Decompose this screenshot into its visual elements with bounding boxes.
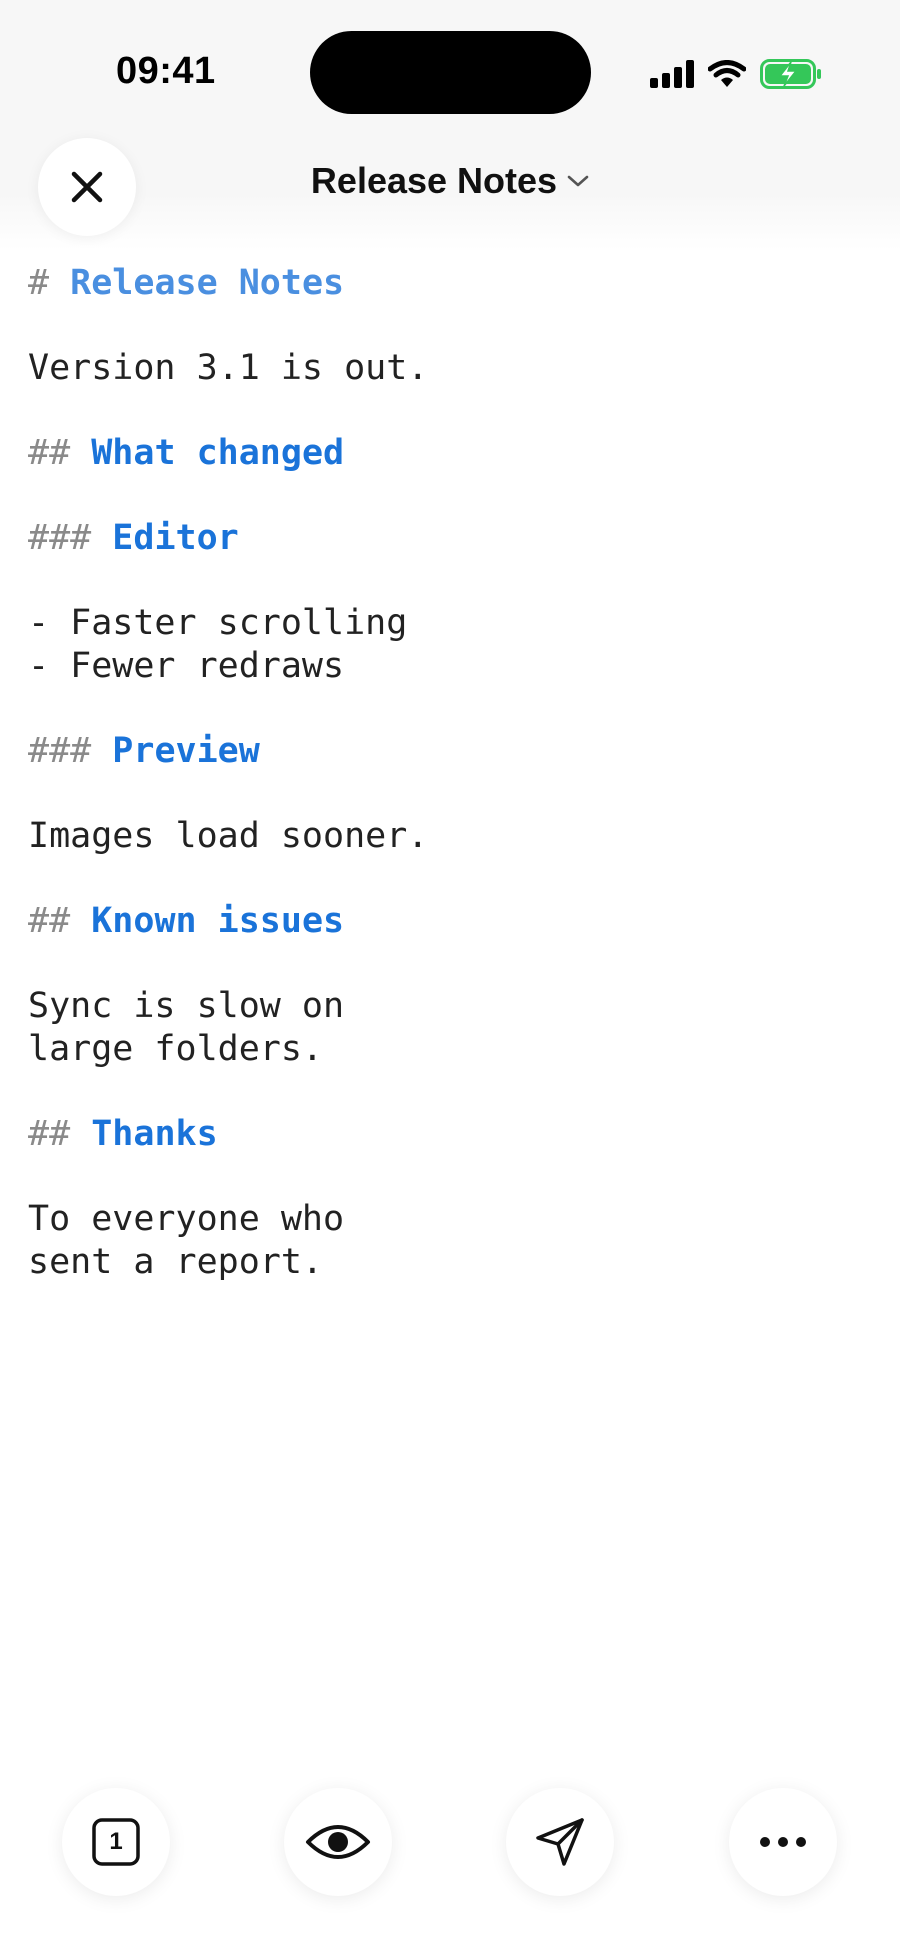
tabs-button[interactable]: 1 (62, 1788, 170, 1896)
markdown-editor[interactable]: # Release Notes Version 3.1 is out. ## W… (28, 262, 868, 1284)
heading-text: Editor (112, 518, 239, 558)
send-button[interactable] (506, 1788, 614, 1896)
wifi-icon (708, 60, 746, 87)
heading-text: Preview (112, 731, 260, 771)
top-bar: 09:41 Release Notes (0, 0, 900, 250)
document-title-menu[interactable]: Release Notes (0, 160, 900, 202)
heading-text: What changed (91, 433, 345, 473)
status-icons (650, 54, 822, 94)
paragraph-line: To everyone who (28, 1199, 345, 1239)
heading-marker: ## (28, 1114, 71, 1154)
heading-text: Release Notes (70, 263, 345, 303)
chevron-down-icon (567, 175, 589, 187)
paragraph-line: large folders. (28, 1029, 324, 1069)
tabs-count: 1 (109, 1828, 123, 1855)
heading-2: ## Thanks (28, 1113, 868, 1156)
send-icon (536, 1818, 584, 1866)
preview-button[interactable] (284, 1788, 392, 1896)
heading-2: ## What changed (28, 432, 868, 475)
heading-text: Thanks (91, 1114, 218, 1154)
status-time: 09:41 (116, 50, 216, 92)
heading-marker: ## (28, 433, 71, 473)
dynamic-island (310, 31, 591, 114)
heading-2: ## Known issues (28, 900, 868, 943)
heading-text: Known issues (91, 901, 345, 941)
heading-3: ### Preview (28, 730, 868, 773)
paragraph-line: Sync is slow on (28, 986, 345, 1026)
list-item: - Fewer redraws (28, 646, 345, 686)
heading-1: # Release Notes (28, 262, 868, 305)
battery-charging-icon (760, 59, 821, 89)
heading-marker: ## (28, 901, 71, 941)
heading-marker: ### (28, 518, 92, 558)
paragraph-line: sent a report. (28, 1242, 324, 1282)
document-title: Release Notes (310, 160, 558, 201)
list-item: - Faster scrolling (28, 603, 408, 643)
heading-marker: ### (28, 731, 92, 771)
more-button[interactable] (729, 1788, 837, 1896)
paragraph: Images load sooner. (28, 816, 429, 856)
more-icon (760, 1837, 806, 1847)
eye-icon (306, 1825, 370, 1859)
heading-marker: # (28, 263, 50, 303)
signal-icon (650, 60, 694, 88)
heading-3: ### Editor (28, 517, 868, 560)
paragraph: Version 3.1 is out. (28, 348, 429, 388)
